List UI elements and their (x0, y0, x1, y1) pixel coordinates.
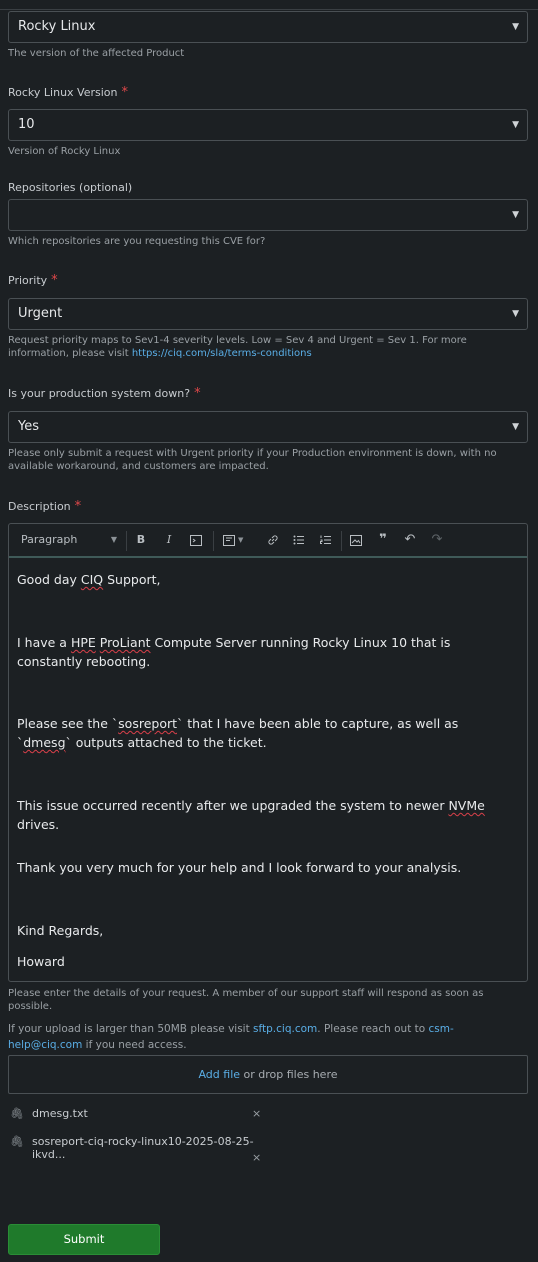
misspelled-word: ProLiant (99, 635, 151, 650)
editor-paragraph: Thank you very much for your help and I … (17, 860, 462, 875)
submit-button[interactable]: Submit (8, 1224, 160, 1255)
editor-toolbar: Paragraph ▼ B I ▼ ❞ ↶ ↷ (9, 524, 527, 558)
file-dropzone[interactable]: Add file or drop files here (8, 1055, 528, 1094)
chevron-down-icon: ▼ (512, 210, 519, 220)
product-hint: The version of the affected Product (8, 48, 185, 59)
toolbar-separator (126, 531, 127, 551)
description-label: Description * (8, 499, 81, 514)
description-hint: Please enter the details of your request… (8, 988, 484, 1012)
product-select-value: Rocky Linux (18, 19, 96, 34)
editor-paragraph: I have a HPE ProLiant Compute Server run… (17, 633, 517, 671)
attachment-name[interactable]: dmesg.txt (32, 1107, 88, 1120)
text-run: ` outputs attached to the ticket. (65, 735, 267, 750)
remove-attachment-button[interactable]: × (252, 1107, 261, 1120)
sla-terms-link[interactable]: https://ciq.com/sla/terms-conditions (132, 348, 312, 359)
version-select[interactable]: 10 ▼ (8, 109, 528, 141)
priority-select-value: Urgent (18, 306, 63, 321)
insert-code-icon[interactable]: ▼ (219, 524, 247, 556)
blockquote-icon[interactable]: ❞ (375, 524, 391, 556)
product-select[interactable]: Rocky Linux ▼ (8, 11, 528, 43)
text-run: Please see the ` (17, 716, 119, 731)
block-format-value: Paragraph (21, 533, 78, 546)
repositories-label: Repositories (optional) (8, 181, 133, 194)
paperclip-icon: 🖇︎ (10, 1135, 24, 1148)
undo-icon[interactable]: ↶ (402, 524, 418, 556)
bold-icon[interactable]: B (133, 524, 149, 556)
attachment-name[interactable]: sosreport-ciq-rocky-linux10-2025-08-25-i… (32, 1135, 270, 1161)
upload-note: If your upload is larger than 50MB pleas… (8, 1021, 528, 1053)
repositories-hint: Which repositories are you requesting th… (8, 236, 266, 247)
production-down-select-value: Yes (18, 419, 39, 434)
version-label: Rocky Linux Version * (8, 85, 128, 100)
priority-label: Priority * (8, 273, 58, 288)
editor-paragraph: Kind Regards, (17, 923, 104, 938)
chevron-down-icon: ▼ (512, 422, 519, 432)
version-select-value: 10 (18, 117, 35, 132)
redo-icon[interactable]: ↷ (429, 524, 445, 556)
priority-label-text: Priority (8, 274, 48, 287)
italic-icon[interactable]: I (161, 524, 177, 556)
required-marker: * (51, 273, 58, 288)
misspelled-word: dmesg (23, 735, 66, 750)
chevron-down-icon: ▼ (238, 536, 244, 544)
drop-text: or drop files here (240, 1068, 338, 1081)
misspelled-word: sosreport (118, 716, 178, 731)
remove-attachment-button[interactable]: × (252, 1151, 261, 1164)
chevron-down-icon: ▼ (512, 120, 519, 130)
attachment-item: 🖇︎ sosreport-ciq-rocky-linux10-2025-08-2… (10, 1135, 270, 1161)
attachment-item: 🖇︎ dmesg.txt (10, 1107, 270, 1123)
upload-note-text: . Please reach out to (317, 1023, 429, 1035)
misspelled-word: NVMe (448, 798, 485, 813)
required-marker: * (121, 85, 129, 100)
text-run: This issue occurred recently after we up… (17, 798, 449, 813)
production-down-label: Is your production system down? * (8, 386, 201, 401)
upload-note-text: If your upload is larger than 50MB pleas… (8, 1023, 254, 1035)
production-down-select[interactable]: Yes ▼ (8, 411, 528, 443)
misspelled-word: HPE (70, 635, 96, 650)
paperclip-icon: 🖇︎ (10, 1107, 24, 1120)
add-file-link[interactable]: Add file (198, 1068, 240, 1081)
text-run: I have a (17, 635, 71, 650)
priority-hint: Request priority maps to Sev1-4 severity… (8, 334, 528, 360)
editor-paragraph: This issue occurred recently after we up… (17, 796, 517, 834)
text-run: drives. (17, 817, 60, 832)
misspelled-word: CIQ (80, 572, 104, 587)
production-down-hint: Please only submit a request with Urgent… (8, 448, 497, 472)
version-hint: Version of Rocky Linux (8, 146, 121, 157)
version-label-text: Rocky Linux Version (8, 86, 118, 99)
editor-paragraph: Good day CIQ Support, (17, 570, 517, 589)
required-marker: * (194, 386, 201, 401)
numbered-list-icon[interactable] (318, 524, 334, 556)
chevron-down-icon: ▼ (512, 309, 519, 319)
chevron-down-icon: ▼ (512, 22, 519, 32)
link-icon[interactable] (265, 524, 281, 556)
chevron-down-icon: ▼ (110, 535, 117, 544)
required-marker: * (74, 499, 82, 514)
description-label-text: Description (8, 500, 71, 513)
editor-paragraph: Howard (17, 954, 65, 969)
editor-paragraph: Please see the `sosreport` that I have b… (17, 714, 517, 752)
priority-select[interactable]: Urgent ▼ (8, 298, 528, 330)
toolbar-separator (341, 531, 342, 551)
code-block-icon[interactable] (187, 524, 205, 556)
image-icon[interactable] (348, 524, 364, 556)
sftp-link[interactable]: sftp.ciq.com (253, 1023, 317, 1035)
description-editor[interactable]: Paragraph ▼ B I ▼ ❞ ↶ ↷ Good day CIQ Sup… (8, 523, 528, 982)
repositories-select[interactable]: ▼ (8, 199, 528, 231)
toolbar-separator (213, 531, 214, 551)
text-run: Support, (103, 572, 161, 587)
upload-note-text: if you need access. (82, 1039, 187, 1051)
text-run: Good day (17, 572, 81, 587)
bulleted-list-icon[interactable] (291, 524, 307, 556)
production-down-label-text: Is your production system down? (8, 387, 191, 400)
top-divider (0, 9, 538, 10)
block-format-dropdown[interactable]: Paragraph ▼ (17, 524, 121, 556)
